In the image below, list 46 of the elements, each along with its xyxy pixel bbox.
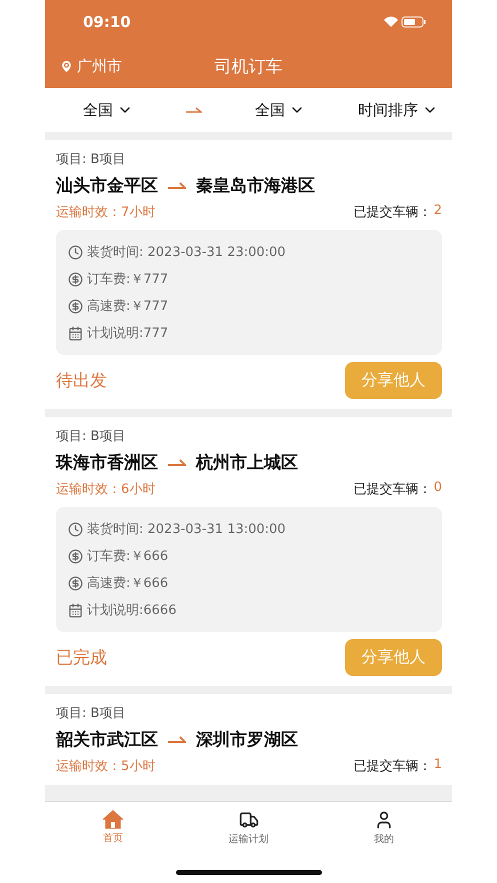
- destination-place: 杭州市上城区: [196, 452, 298, 474]
- vehicles-label: 已提交车辆：: [354, 204, 432, 221]
- calendar-icon: [68, 326, 83, 340]
- clock-icon: [68, 522, 83, 536]
- clock-icon: [68, 244, 83, 260]
- destination-place: 深圳市罗湖区: [196, 729, 298, 751]
- calendar-icon: [68, 602, 83, 618]
- origin-place: 珠海市香洲区: [56, 452, 158, 474]
- vehicles-label: 已提交车辆：: [354, 758, 432, 775]
- project-label: 项目: B项目: [56, 705, 126, 722]
- sort-dropdown[interactable]: 时间排序: [358, 100, 438, 120]
- vehicles-count: 2: [434, 203, 442, 220]
- detail-text: 装货时间: 2023-03-31 23:00:00: [87, 244, 286, 261]
- tab-item[interactable]: 运输计划: [180, 802, 316, 861]
- destination-place: 秦皇岛市海港区: [196, 175, 315, 197]
- detail-text: 计划说明:6666: [87, 602, 176, 619]
- order-card[interactable]: 项目: B项目 韶关市武江区 深圳市罗湖区 运输时效：5小时 已提交车辆：1: [45, 694, 452, 785]
- tab-item[interactable]: 我的: [316, 802, 452, 861]
- origin-place: 汕头市金平区: [56, 175, 158, 197]
- duration-text: 运输时效：6小时: [56, 481, 156, 498]
- location-pin-icon: [59, 58, 74, 74]
- destination-dropdown[interactable]: 全国: [255, 100, 305, 120]
- status-text: 已完成: [56, 647, 107, 669]
- vehicles-label: 已提交车辆：: [354, 481, 432, 498]
- status-icons: [382, 16, 426, 28]
- status-time: 09:10: [83, 13, 131, 31]
- detail-text: 装货时间: 2023-03-31 13:00:00: [87, 521, 286, 538]
- detail-text: 高速费:￥777: [87, 298, 168, 315]
- detail-text: 订车费:￥666: [87, 548, 168, 565]
- order-card[interactable]: 项目: B项目 汕头市金平区 秦皇岛市海港区 运输时效：7小时 已提交车辆：2 装货时间: 2023-03-31 23:00:00 订车费:￥777 高速费:￥777 计划说明:777 待出发 分享他人: [45, 140, 452, 409]
- page-title: 司机订车: [214, 56, 282, 78]
- duration-text: 运输时效：7小时: [56, 204, 156, 221]
- status-text: 待出发: [56, 370, 107, 392]
- duration-text: 运输时效：5小时: [56, 758, 156, 775]
- detail-text: 高速费:￥666: [87, 575, 168, 592]
- origin-dropdown[interactable]: 全国: [83, 100, 133, 120]
- project-label: 项目: B项目: [56, 151, 126, 168]
- vehicles-count: 1: [434, 757, 442, 774]
- truck-icon: [238, 810, 258, 830]
- vehicles-count: 0: [434, 480, 442, 497]
- order-card[interactable]: 项目: B项目 珠海市香洲区 杭州市上城区 运输时效：6小时 已提交车辆：0 装货时间: 2023-03-31 13:00:00 订车费:￥666 高速费:￥666 计划说明:6666 已完成 分享他人: [45, 417, 452, 686]
- origin-place: 韶关市武江区: [56, 729, 158, 751]
- detail-text: 计划说明:777: [87, 325, 168, 342]
- project-label: 项目: B项目: [56, 428, 126, 445]
- detail-text: 订车费:￥777: [87, 271, 168, 288]
- home-icon: [102, 810, 123, 829]
